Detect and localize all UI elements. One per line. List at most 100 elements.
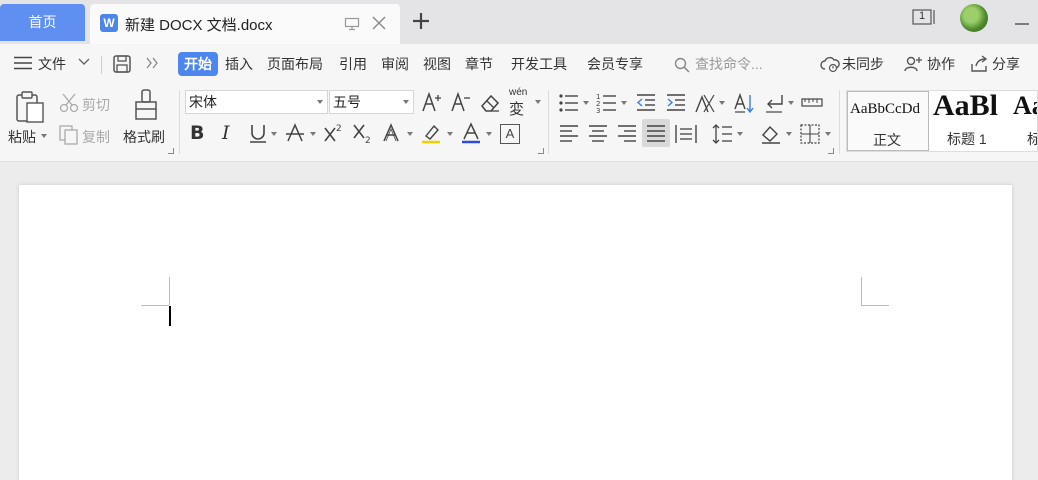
- page-count-button[interactable]: 1: [912, 7, 938, 27]
- tab-insert[interactable]: 插入: [225, 52, 253, 76]
- format-painter-button[interactable]: 格式刷: [123, 127, 165, 147]
- paste-icon[interactable]: [14, 90, 46, 124]
- save-icon[interactable]: [112, 54, 132, 78]
- more-double-chevron-icon[interactable]: [145, 57, 159, 81]
- style-heading-2-label: 标: [1027, 129, 1037, 149]
- font-family-select[interactable]: 宋体: [185, 90, 328, 114]
- ribbon-separator: [179, 90, 180, 154]
- numbered-list-dropdown-caret[interactable]: [621, 101, 627, 105]
- borders-dropdown-caret[interactable]: [825, 132, 831, 136]
- decrease-indent-icon[interactable]: [635, 92, 657, 114]
- paragraph-group-launcher[interactable]: [828, 148, 834, 154]
- format-painter-icon[interactable]: [133, 88, 159, 122]
- share-label: 分享: [992, 56, 1020, 72]
- share-button[interactable]: 分享: [970, 52, 1030, 76]
- phonetic-dropdown-caret[interactable]: [535, 100, 541, 104]
- tab-page-layout[interactable]: 页面布局: [267, 52, 323, 76]
- distributed-align-icon[interactable]: [675, 123, 697, 145]
- italic-icon[interactable]: I: [222, 122, 238, 144]
- cut-button[interactable]: 剪切: [82, 95, 110, 115]
- minimize-icon[interactable]: [1014, 14, 1030, 25]
- phonetic-guide-icon[interactable]: wén 変: [508, 87, 536, 118]
- font-size-value: 五号: [333, 94, 361, 110]
- copy-icon[interactable]: [58, 124, 80, 146]
- shading-icon[interactable]: [760, 123, 782, 145]
- chevron-down-icon[interactable]: [78, 58, 90, 82]
- document-canvas: [0, 163, 1038, 480]
- text-direction-dropdown-caret[interactable]: [719, 101, 725, 105]
- tab-bar: 首页 W 新建 DOCX 文档.docx 1: [0, 0, 1038, 44]
- font-color-icon[interactable]: [460, 122, 482, 144]
- new-tab-plus-icon[interactable]: [410, 10, 432, 32]
- font-family-caret: [317, 100, 323, 104]
- shading-dropdown-caret[interactable]: [786, 132, 792, 136]
- tab-home[interactable]: 开始: [178, 52, 218, 76]
- align-right-icon[interactable]: [616, 123, 638, 145]
- strikethrough-icon[interactable]: [284, 122, 306, 144]
- share-icon: [971, 55, 988, 72]
- style-heading-1[interactable]: AaBl 标题 1: [931, 91, 1009, 151]
- bullet-list-dropdown-caret[interactable]: [583, 101, 589, 105]
- underline-icon[interactable]: [247, 122, 269, 144]
- increase-indent-icon[interactable]: [665, 92, 687, 114]
- paste-button[interactable]: 粘贴: [8, 127, 36, 147]
- font-color-dropdown-caret[interactable]: [486, 132, 492, 136]
- justify-button[interactable]: [642, 119, 670, 147]
- tab-references[interactable]: 引用: [339, 52, 367, 76]
- text-effect-icon[interactable]: [381, 122, 403, 144]
- highlight-dropdown-caret[interactable]: [447, 132, 453, 136]
- line-spacing-icon[interactable]: [711, 123, 733, 145]
- tab-view[interactable]: 视图: [423, 52, 451, 76]
- styles-gallery: AaBbCcDd 正文 AaBl 标题 1 Aa 标: [846, 90, 1038, 152]
- character-border-icon[interactable]: A: [500, 124, 520, 144]
- sync-status-button[interactable]: 未同步: [820, 52, 892, 76]
- text-direction-icon[interactable]: [694, 92, 716, 114]
- style-heading-1-label: 标题 1: [947, 131, 987, 147]
- paragraph-mark-icon[interactable]: [763, 92, 785, 114]
- paste-dropdown-caret[interactable]: [41, 134, 47, 138]
- bold-icon[interactable]: B: [190, 122, 210, 144]
- paragraph-mark-dropdown-caret[interactable]: [788, 101, 794, 105]
- borders-icon[interactable]: [799, 123, 821, 145]
- eraser-clear-format-icon[interactable]: [479, 92, 501, 114]
- tab-chapter[interactable]: 章节: [465, 52, 493, 76]
- subscript-icon[interactable]: 2: [352, 122, 374, 144]
- bullet-list-icon[interactable]: [558, 92, 580, 114]
- highlight-icon[interactable]: [420, 122, 442, 144]
- tab-developer-tools[interactable]: 开发工具: [511, 52, 567, 76]
- grow-font-icon[interactable]: [421, 91, 443, 113]
- font-size-select[interactable]: 五号: [329, 90, 414, 114]
- close-tab-icon[interactable]: [371, 15, 387, 31]
- align-left-icon[interactable]: [558, 123, 580, 145]
- margin-corner-top-left-v: [169, 277, 170, 305]
- sort-icon[interactable]: [733, 92, 755, 114]
- text-effect-dropdown-caret[interactable]: [407, 132, 413, 136]
- document-page[interactable]: [19, 185, 1012, 480]
- document-tab[interactable]: W 新建 DOCX 文档.docx: [90, 4, 400, 44]
- command-search[interactable]: 查找命令...: [674, 52, 804, 76]
- show-ruler-icon[interactable]: [801, 92, 823, 114]
- font-family-value: 宋体: [189, 94, 217, 110]
- file-menu[interactable]: 文件: [38, 52, 66, 76]
- tab-member-exclusive[interactable]: 会员专享: [587, 52, 643, 76]
- font-group-launcher[interactable]: [538, 148, 544, 154]
- align-center-icon[interactable]: [587, 123, 609, 145]
- monitor-icon[interactable]: [344, 16, 360, 32]
- line-spacing-dropdown-caret[interactable]: [737, 132, 743, 136]
- superscript-icon[interactable]: 2: [323, 122, 345, 144]
- strikethrough-dropdown-caret[interactable]: [310, 132, 316, 136]
- collaborate-button[interactable]: 协作: [904, 52, 964, 76]
- style-normal[interactable]: AaBbCcDd 正文: [847, 91, 929, 151]
- hamburger-icon[interactable]: [14, 56, 32, 80]
- cloud-sync-icon: [820, 56, 840, 73]
- underline-dropdown-caret[interactable]: [271, 132, 277, 136]
- style-heading-2[interactable]: Aa 标: [1011, 91, 1037, 151]
- scissors-icon[interactable]: [58, 92, 80, 114]
- numbered-list-icon[interactable]: 123: [596, 92, 618, 114]
- shrink-font-icon[interactable]: [450, 91, 472, 113]
- user-avatar[interactable]: [960, 4, 988, 32]
- clipboard-group-launcher[interactable]: [168, 148, 174, 154]
- copy-button[interactable]: 复制: [82, 127, 110, 147]
- tab-review[interactable]: 审阅: [381, 52, 409, 76]
- home-tab[interactable]: 首页: [0, 4, 85, 41]
